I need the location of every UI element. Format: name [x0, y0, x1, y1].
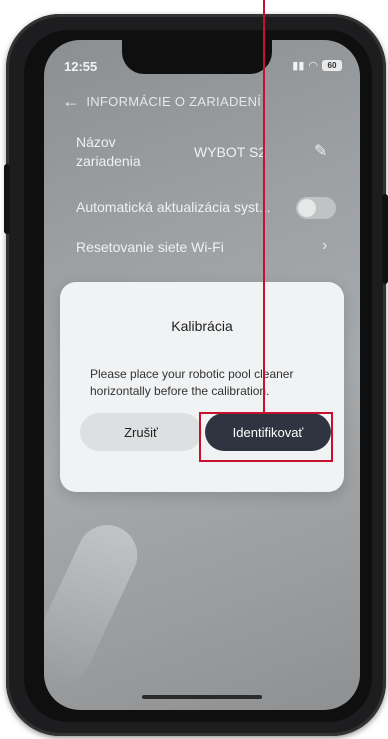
wifi-reset-label[interactable]: Resetovanie siete Wi-Fi	[76, 239, 224, 255]
device-name-label: Názov zariadenia	[76, 134, 141, 169]
battery-icon: 60	[322, 60, 342, 71]
side-button	[382, 194, 388, 284]
screen-glare	[44, 515, 148, 695]
device-name-value: WYBOT S2	[194, 144, 267, 160]
phone-screen: 12:55 ▮▮ ◠ 60 ← INFORMÁCIE O ZARIADENÍ N…	[44, 40, 360, 710]
page-title: INFORMÁCIE O ZARIADENÍ	[86, 93, 262, 109]
wifi-icon: ◠	[308, 60, 318, 72]
cancel-button[interactable]: Zrušiť	[80, 413, 202, 451]
side-button	[4, 164, 10, 234]
camera-notch	[122, 40, 272, 74]
annotation-pointer-line	[263, 0, 265, 412]
page-header: ← INFORMÁCIE O ZARIADENÍ	[62, 92, 261, 110]
chevron-right-icon[interactable]: ›	[322, 237, 327, 255]
home-indicator	[142, 695, 262, 699]
status-icons: ▮▮ ◠ 60	[292, 59, 342, 72]
pencil-icon[interactable]: ✎	[314, 141, 327, 161]
signal-bars-icon: ▮▮	[292, 60, 305, 72]
dialog-message: Please place your robotic pool cleaner h…	[90, 367, 294, 398]
auto-update-toggle[interactable]	[296, 197, 336, 219]
arrow-left-icon[interactable]: ←	[62, 92, 80, 110]
dialog-title: Kalibrácia	[171, 318, 233, 334]
status-time: 12:55	[64, 59, 98, 74]
annotation-highlight-box	[199, 412, 333, 462]
auto-update-label: Automatická aktualizácia syst...	[76, 199, 271, 215]
